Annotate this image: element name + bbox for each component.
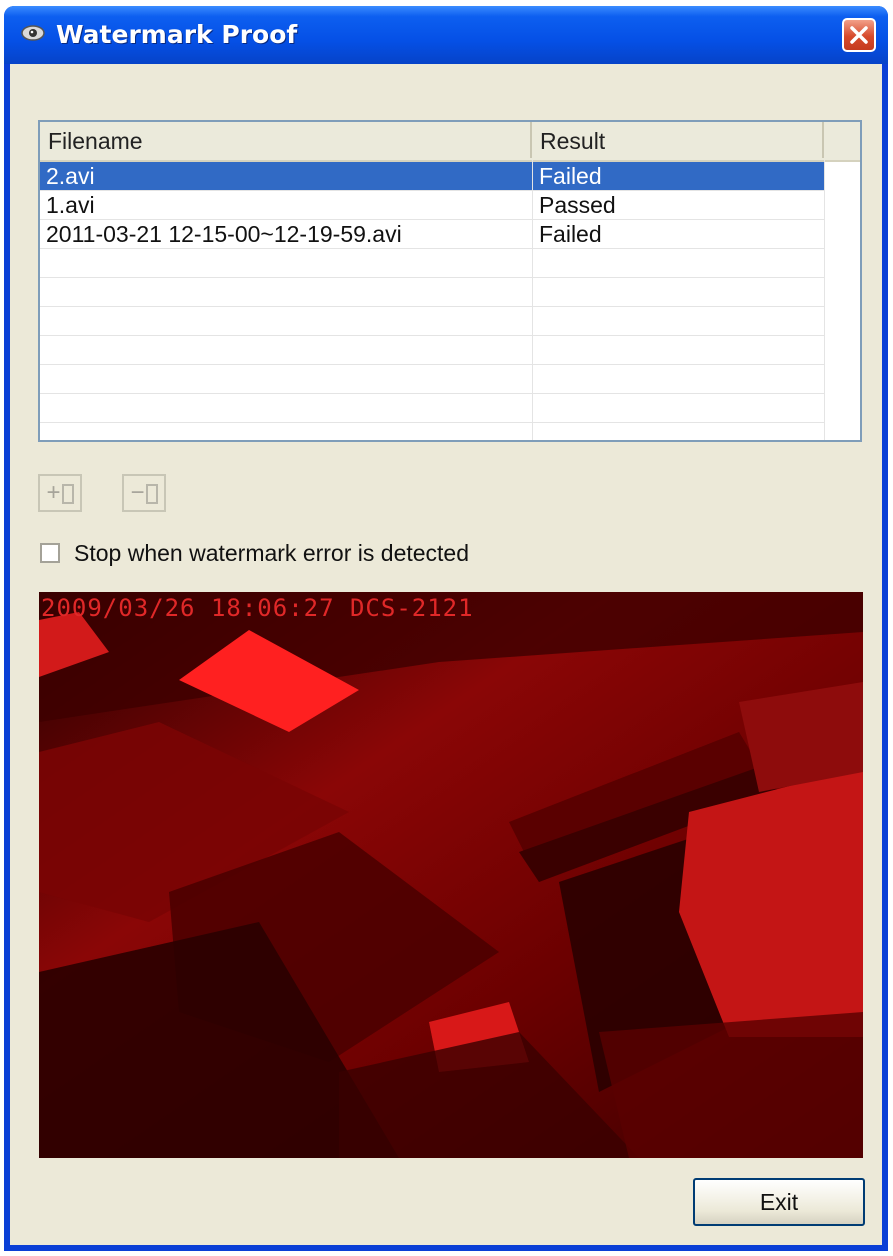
file-box-icon (145, 483, 158, 504)
close-button[interactable] (842, 18, 876, 52)
video-preview: 2009/03/26 18:06:27 DCS-2121 (39, 592, 863, 1158)
watermark-proof-window: Watermark Proof Filename Result 2.avi Fa… (4, 6, 888, 1251)
stop-on-error-checkbox[interactable] (40, 543, 60, 563)
cell-result: Failed (532, 220, 824, 249)
add-file-button[interactable]: + (38, 474, 82, 512)
eye-icon (21, 25, 45, 41)
empty-row (40, 394, 824, 423)
dialog-body: Filename Result 2.avi Failed 1.avi Passe… (10, 64, 882, 1245)
empty-row (40, 336, 824, 365)
cell-filename: 1.avi (46, 192, 95, 218)
window-title: Watermark Proof (56, 20, 298, 49)
column-header-spacer (824, 122, 860, 158)
minus-icon: − (130, 479, 145, 506)
cell-filename: 2011-03-21 12-15-00~12-19-59.avi (46, 221, 402, 247)
column-header-filename[interactable]: Filename (40, 122, 532, 158)
empty-row (40, 365, 824, 394)
empty-row (40, 278, 824, 307)
close-icon (850, 26, 868, 44)
table-row[interactable]: 1.avi Passed (40, 191, 824, 220)
table-row[interactable]: 2011-03-21 12-15-00~12-19-59.avi Failed (40, 220, 824, 249)
column-header-result[interactable]: Result (532, 122, 824, 158)
table-row[interactable]: 2.avi Failed (40, 162, 824, 191)
file-list[interactable]: Filename Result 2.avi Failed 1.avi Passe… (38, 120, 862, 442)
exit-button[interactable]: Exit (693, 1178, 865, 1226)
stop-on-error-label: Stop when watermark error is detected (74, 540, 470, 566)
video-frame-image (39, 592, 863, 1158)
column-divider (824, 160, 825, 440)
title-bar[interactable]: Watermark Proof (4, 6, 888, 64)
empty-row (40, 249, 824, 278)
cell-result: Failed (532, 162, 824, 191)
cell-filename: 2.avi (46, 163, 95, 189)
remove-file-button[interactable]: − (122, 474, 166, 512)
video-timestamp-overlay: 2009/03/26 18:06:27 DCS-2121 (41, 594, 474, 622)
file-box-icon (61, 483, 74, 504)
empty-row (40, 307, 824, 336)
plus-icon: + (46, 479, 61, 506)
cell-result: Passed (532, 191, 824, 220)
list-header: Filename Result (40, 122, 860, 162)
